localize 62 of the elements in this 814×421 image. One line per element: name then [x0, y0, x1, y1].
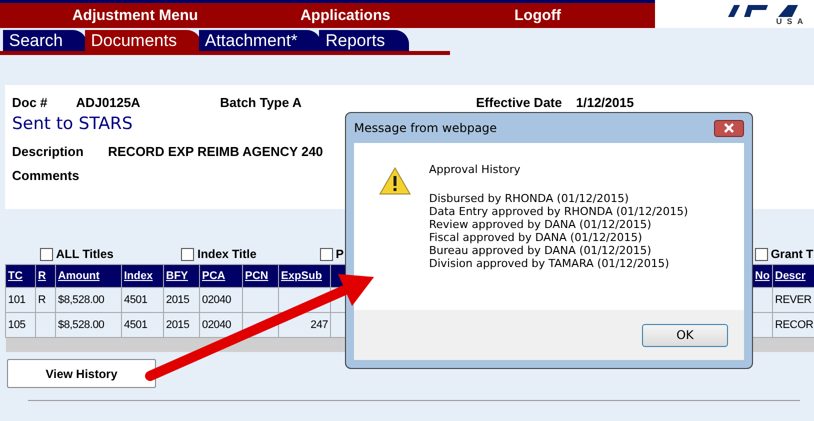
- menu-link[interactable]: Logoff: [420, 7, 655, 24]
- field-value: ADJ0125A: [76, 94, 142, 110]
- history-line: Fiscal approved by DANA (01/12/2015): [429, 231, 644, 244]
- checkbox[interactable]: [320, 248, 333, 260]
- table-cell: RECOR: [772, 312, 814, 338]
- sort-link[interactable]: R: [38, 270, 46, 282]
- checkbox[interactable]: [754, 248, 768, 260]
- sort-link[interactable]: ExpSub: [281, 270, 322, 282]
- history-line: Review approved by DANA (01/12/2015): [429, 218, 652, 231]
- tab[interactable]: Search: [3, 30, 87, 51]
- table-cell: [36, 312, 56, 338]
- sort-link[interactable]: BFY: [166, 270, 188, 282]
- dialog-title: Message from webpage: [354, 121, 497, 135]
- table-cell: 105: [6, 312, 36, 338]
- sort-link[interactable]: Index: [124, 270, 153, 282]
- checkbox-label: ALL Titles: [56, 247, 114, 261]
- menu-link[interactable]: Applications: [270, 7, 420, 24]
- table-cell: 4501: [122, 312, 164, 338]
- checkbox-label: P: [336, 247, 344, 261]
- table-cell: 2015: [164, 288, 200, 312]
- table-cell: REVER: [772, 288, 814, 312]
- table-cell: 2015: [164, 312, 200, 338]
- checkbox[interactable]: [181, 248, 194, 260]
- history-line: Division approved by TAMARA (01/12/2015): [429, 257, 670, 270]
- checkbox[interactable]: [40, 248, 53, 260]
- sort-link[interactable]: PCN: [245, 270, 268, 282]
- field-label: Comments: [12, 168, 80, 182]
- field-value: RECORD EXP REIMB AGENCY 240: [108, 144, 324, 158]
- dialog-heading: Approval History: [429, 163, 522, 176]
- warning-icon: [379, 167, 411, 195]
- table-cell: $8,528.00: [56, 288, 122, 312]
- table-cell: 02040: [200, 288, 242, 312]
- field-value: 1/12/2015: [576, 94, 635, 110]
- tab[interactable]: Reports: [319, 30, 409, 51]
- status-text: Sent to STARS: [12, 114, 133, 134]
- view-history-button[interactable]: View History: [7, 359, 156, 388]
- field-label: Doc #: [12, 94, 48, 110]
- close-icon: [723, 123, 735, 133]
- checkbox-label: Index Title: [197, 247, 256, 261]
- table-cell: [752, 312, 772, 338]
- ok-button[interactable]: OK: [642, 324, 728, 346]
- close-button[interactable]: [714, 120, 744, 136]
- menu-link[interactable]: Adjustment Menu: [0, 7, 270, 24]
- table-cell: 101: [6, 288, 36, 312]
- history-line: Disbursed by RHONDA (01/12/2015): [429, 192, 630, 205]
- tab[interactable]: Documents: [84, 30, 201, 51]
- field-label: Batch Type A: [220, 94, 303, 110]
- table-cell: 4501: [122, 288, 164, 312]
- field-label: Effective Date: [476, 94, 563, 110]
- field-label: Description: [12, 144, 85, 158]
- sort-link[interactable]: No: [755, 270, 770, 282]
- history-line: Data Entry approved by RHONDA (01/12/2015): [429, 205, 688, 218]
- table-cell: R: [36, 288, 56, 312]
- logo: USA: [655, 0, 814, 28]
- history-line: Bureau approved by DANA (01/12/2015): [429, 244, 652, 257]
- sort-link[interactable]: TC: [8, 270, 23, 282]
- tab[interactable]: Attachment*: [198, 30, 322, 51]
- checkbox-label: Grant T: [770, 247, 814, 261]
- sort-link[interactable]: Amount: [58, 270, 100, 282]
- table-cell: $8,528.00: [56, 312, 122, 338]
- sort-link[interactable]: PCA: [202, 270, 226, 282]
- sort-link[interactable]: Descr: [775, 270, 806, 282]
